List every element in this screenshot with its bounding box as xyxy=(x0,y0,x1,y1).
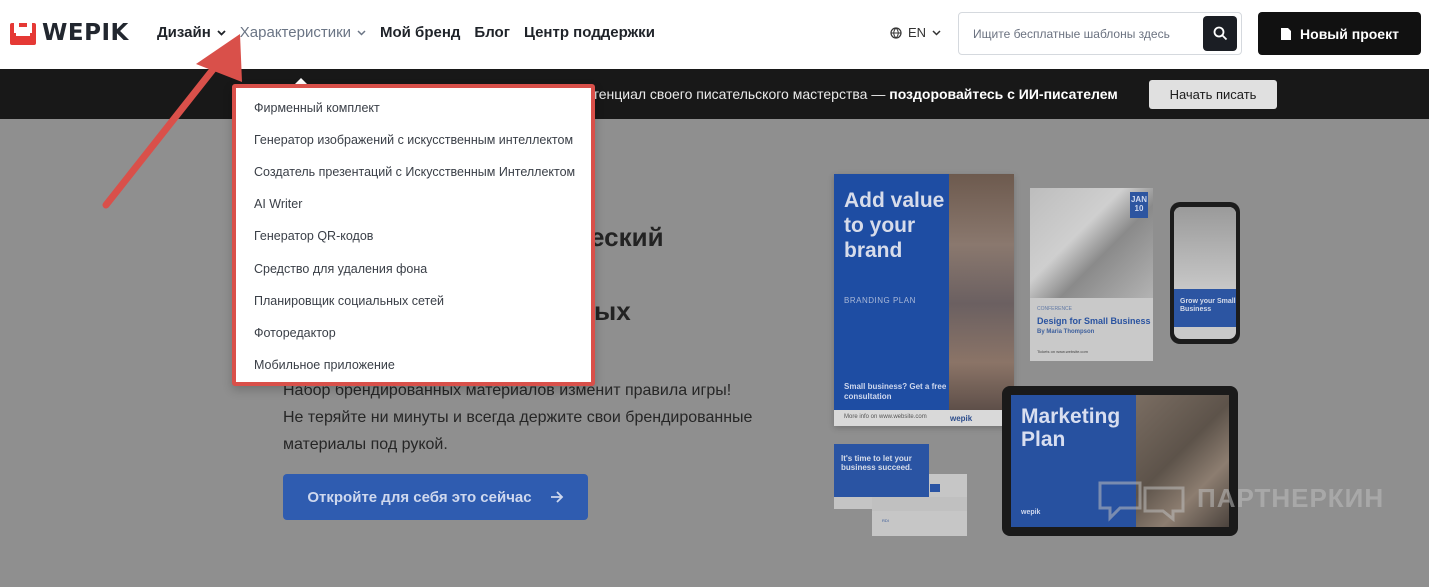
wepik-logo[interactable]: WEPIK xyxy=(10,20,129,46)
search-input[interactable] xyxy=(959,13,1203,54)
promo-banner: отенциал своего писательского мастерства… xyxy=(0,69,1429,119)
card-text: It's time to let your business succeed. xyxy=(841,454,913,472)
dropdown-item-photo-editor[interactable]: Фоторедактор xyxy=(254,326,336,340)
poster-bottom-strip: More info on www.website.com xyxy=(834,410,1014,426)
poster-subtitle: BRANDING PLAN xyxy=(844,296,916,305)
phone-mockup: Grow your Small Business xyxy=(1170,202,1240,344)
dropdown-item-ai-image-generator[interactable]: Генератор изображений с искусственным ин… xyxy=(254,133,573,147)
watermark-text: ПАРТНЕРКИН xyxy=(1197,483,1385,513)
nav-item-support[interactable]: Центр поддержки xyxy=(524,24,655,41)
watermark: ПАРТНЕРКИН xyxy=(1095,473,1385,523)
features-dropdown-menu: Фирменный комплект Генератор изображений… xyxy=(232,84,595,386)
dropdown-item-background-remover[interactable]: Средство для удаления фона xyxy=(254,262,427,276)
watermark-logo-icon xyxy=(1098,481,1185,523)
hero-description: Набор брендированных материалов изменит … xyxy=(283,382,753,453)
nav-item-blog[interactable]: Блог xyxy=(474,24,510,41)
nav-label: Центр поддержки xyxy=(523,24,655,41)
nav-label: Дизайн xyxy=(157,24,211,41)
dropdown-item-social-scheduler[interactable]: Планировщик социальных сетей xyxy=(254,294,444,308)
card-band xyxy=(872,497,967,511)
chevron-down-icon xyxy=(217,29,226,36)
document-icon xyxy=(1281,27,1292,40)
phone-screen: Grow your Small Business xyxy=(1174,207,1236,339)
poster-footer: Small business? Get a free consultation xyxy=(844,382,947,401)
flyer-label: CONFERENCE xyxy=(1037,306,1073,312)
tablet-title: Marketing Plan xyxy=(1021,405,1121,451)
chevron-down-icon xyxy=(932,29,941,36)
language-label: EN xyxy=(908,25,927,40)
dropdown-item-brand-kit[interactable]: Фирменный комплект xyxy=(254,101,380,115)
conference-flyer-mockup: JAN 10 CONFERENCE Design for Small Busin… xyxy=(1030,188,1153,361)
logo-mark-icon xyxy=(10,21,36,45)
poster-heading: Add value to your brand xyxy=(844,189,945,262)
globe-icon xyxy=(890,26,902,39)
banner-text-prefix: отенциал своего писательского мастерства… xyxy=(585,86,890,102)
main-nav: Дизайн Характеристики Мой бренд Блог Цен… xyxy=(157,24,655,41)
chevron-down-icon xyxy=(357,29,366,36)
start-writing-button[interactable]: Начать писать xyxy=(1149,80,1277,109)
business-card-blue-mockup: It's time to let your business succeed. xyxy=(834,444,929,497)
search-icon xyxy=(1213,26,1227,41)
search-bar xyxy=(958,12,1242,55)
nav-item-design[interactable]: Дизайн xyxy=(157,24,226,41)
banner-text-bold: поздоровайтесь с ИИ-писателем xyxy=(889,86,1118,102)
top-header: WEPIK Дизайн Характеристики Мой бренд Бл… xyxy=(0,0,1429,68)
branding-poster-mockup: Add value to your brand BRANDING PLAN Sm… xyxy=(834,174,1014,426)
nav-label: Мой бренд xyxy=(380,24,461,41)
card-accent xyxy=(930,484,940,492)
dropdown-item-ai-writer[interactable]: AI Writer xyxy=(254,197,302,211)
nav-label: Характеристики xyxy=(239,24,352,41)
flyer-date: JAN 10 xyxy=(1130,192,1148,218)
poster-url: More info on www.website.com xyxy=(844,414,927,420)
hero-title-fragment: ых xyxy=(594,296,631,326)
search-button[interactable] xyxy=(1203,16,1237,51)
banner-text: отенциал своего писательского мастерства… xyxy=(585,86,1118,102)
hero-title-fragment: еский xyxy=(590,222,664,252)
flyer-author: By Maria Thompson xyxy=(1037,329,1095,335)
cta-label: Откройте для себя это сейчас xyxy=(307,488,532,506)
discover-now-button[interactable]: Откройте для себя это сейчас xyxy=(283,474,588,520)
dropdown-item-ai-presentation-maker[interactable]: Создатель презентаций с Искусственным Ин… xyxy=(254,165,575,179)
poster-photo xyxy=(949,174,1014,410)
poster-brand: wepik xyxy=(950,414,973,423)
dropdown-item-qr-generator[interactable]: Генератор QR-кодов xyxy=(254,229,373,243)
nav-label: Блог xyxy=(474,24,510,41)
flyer-title: Design for Small Business xyxy=(1037,316,1151,326)
card2-text: RDI xyxy=(882,518,889,523)
phone-text: Grow your Small Business xyxy=(1174,289,1236,327)
arrow-right-icon xyxy=(550,491,563,503)
poster-blue-panel: Add value to your brand BRANDING PLAN Sm… xyxy=(834,174,949,410)
nav-item-features[interactable]: Характеристики xyxy=(240,24,366,41)
tablet-brand: wepik xyxy=(1021,509,1041,516)
new-project-button[interactable]: Новый проект xyxy=(1258,12,1421,55)
phone-photo xyxy=(1174,207,1236,289)
new-project-label: Новый проект xyxy=(1300,25,1399,42)
flyer-url: Tickets on www.website.com xyxy=(1037,349,1088,354)
nav-item-my-brand[interactable]: Мой бренд xyxy=(380,24,460,41)
logo-text: WEPIK xyxy=(42,20,129,46)
language-selector[interactable]: EN xyxy=(890,25,941,40)
dropdown-item-mobile-app[interactable]: Мобильное приложение xyxy=(254,358,395,372)
